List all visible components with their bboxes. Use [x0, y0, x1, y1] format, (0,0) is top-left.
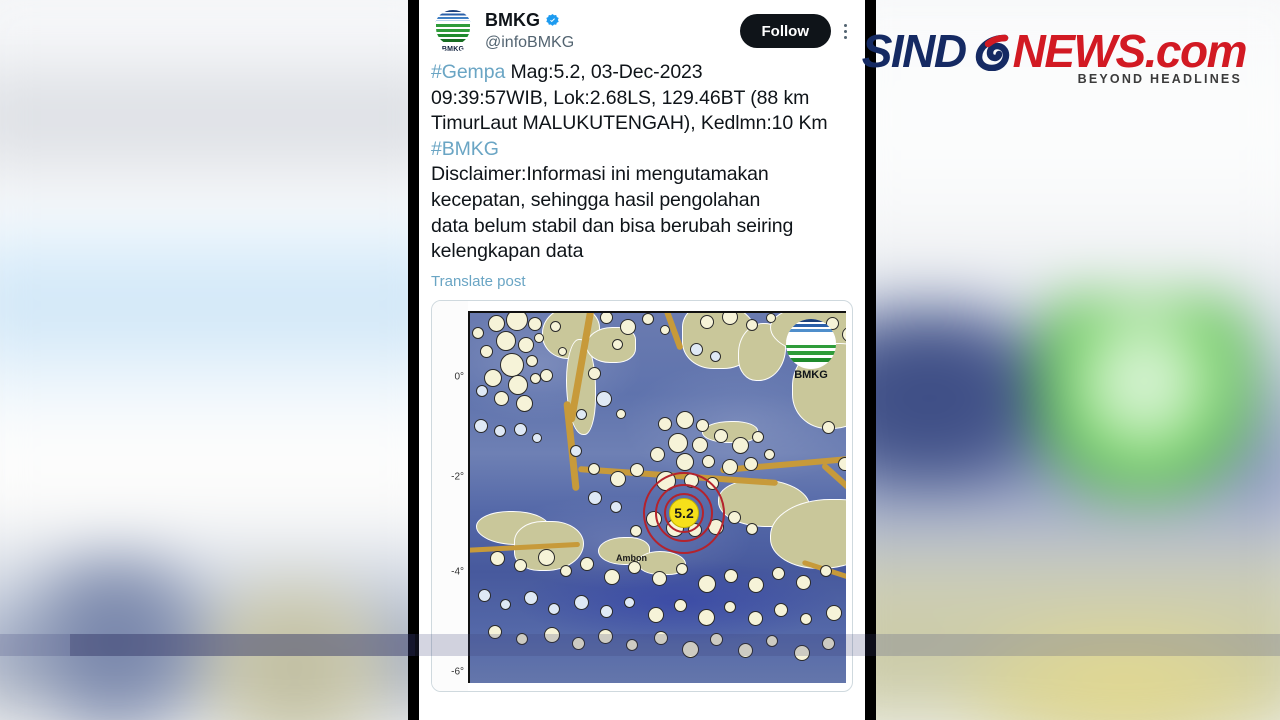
sindonews-wordmark: SIND NEWS.com [861, 25, 1248, 77]
avatar-label: BMKG [441, 46, 465, 52]
axis-tick: -2° [451, 471, 464, 483]
map-canvas: 5.2 Ambon BMKG [468, 310, 846, 683]
avatar-globe-shape [436, 21, 470, 45]
screenshot-stage: BMKG BMKG @infoBMKG Follow #Gempa Mag:5.… [0, 0, 1280, 720]
tweet-text: #Gempa Mag:5.2, 03-Dec-2023 09:39:57WIB,… [419, 58, 865, 265]
blurred-background-right [783, 0, 1280, 720]
landmass [702, 420, 758, 443]
sindonews-watermark: SIND NEWS.com BEYOND HEADLINES [861, 25, 1248, 86]
tweet-line-text: data belum stabil dan bisa berubah seiri… [431, 214, 794, 237]
tweet-line-text: kecepatan, sehingga hasil pengolahan [431, 188, 761, 211]
axis-tick: 0° [454, 371, 464, 383]
axis-tick: -4° [451, 566, 464, 578]
tweet-line-text: Mag:5.2, 03-Dec-2023 [505, 61, 703, 83]
tweet-line: data belum stabil dan bisa berubah seiri… [431, 214, 853, 240]
blurred-background-left [0, 0, 454, 720]
city-label-ambon: Ambon [616, 552, 647, 563]
phone-frame-left-edge [408, 0, 419, 720]
map-latitude-axis: 0° -2° -4° -6° [432, 300, 468, 691]
display-name-row: BMKG [485, 9, 740, 31]
epicenter-magnitude-label: 5.2 [669, 497, 699, 528]
bmkg-avatar-icon[interactable]: BMKG [431, 8, 475, 52]
tweet-panel: BMKG BMKG @infoBMKG Follow #Gempa Mag:5.… [419, 0, 865, 720]
tweet-line-text: kelengkapan data [431, 240, 584, 263]
sindo-o-mark-icon [972, 31, 1012, 71]
more-options-icon[interactable] [833, 12, 859, 50]
tweet-line: kelengkapan data [431, 239, 853, 265]
overlay-band-left [70, 634, 415, 656]
axis-tick: -6° [451, 666, 464, 678]
tweet-line: Disclaimer:Informasi ini mengutamakan [431, 162, 853, 188]
blurred-background-right-image [783, 0, 1280, 720]
display-name: BMKG [485, 10, 540, 30]
tweet-line: TimurLaut MALUKUTENGAH), Kedlmn:10 Km [431, 111, 853, 137]
account-names: BMKG @infoBMKG [485, 6, 740, 53]
tweet-line: #BMKG [431, 137, 853, 163]
tweet-line-text: TimurLaut MALUKUTENGAH), Kedlmn:10 Km [431, 112, 828, 135]
hashtag-bmkg[interactable]: #BMKG [431, 138, 499, 160]
tweet-line: 09:39:57WIB, Lok:2.68LS, 129.46BT (88 km [431, 86, 853, 112]
bmkg-logo-icon: BMKG [784, 318, 838, 381]
tweet-line: #Gempa Mag:5.2, 03-Dec-2023 [431, 60, 853, 86]
tweet-header: BMKG BMKG @infoBMKG Follow [419, 0, 865, 58]
phone-frame-right-edge [865, 0, 876, 720]
tweet-line-text: Disclaimer:Informasi ini mengutamakan [431, 163, 769, 186]
bmkg-logo-circle [786, 318, 836, 369]
earthquake-map-card[interactable]: 0° -2° -4° -6° 5.2 Ambon BMKG [431, 299, 853, 692]
blurred-background-left-image [0, 0, 454, 720]
translate-post-link[interactable]: Translate post [419, 265, 865, 300]
bmkg-logo-label: BMKG [794, 368, 828, 381]
account-handle: @infoBMKG [485, 34, 575, 51]
brand-first: SIND [861, 25, 967, 77]
brand-second: NEWS.com [1012, 25, 1248, 77]
follow-button[interactable]: Follow [739, 14, 831, 48]
tweet-line-text: 09:39:57WIB, Lok:2.68LS, 129.46BT (88 km [431, 86, 810, 109]
hashtag-gempa[interactable]: #Gempa [431, 61, 505, 83]
tweet-line: kecepatan, sehingga hasil pengolahan [431, 188, 853, 214]
blur-blob-yellow [953, 614, 1280, 720]
verified-badge-icon [546, 13, 559, 26]
blur-blob-green [1032, 296, 1256, 498]
